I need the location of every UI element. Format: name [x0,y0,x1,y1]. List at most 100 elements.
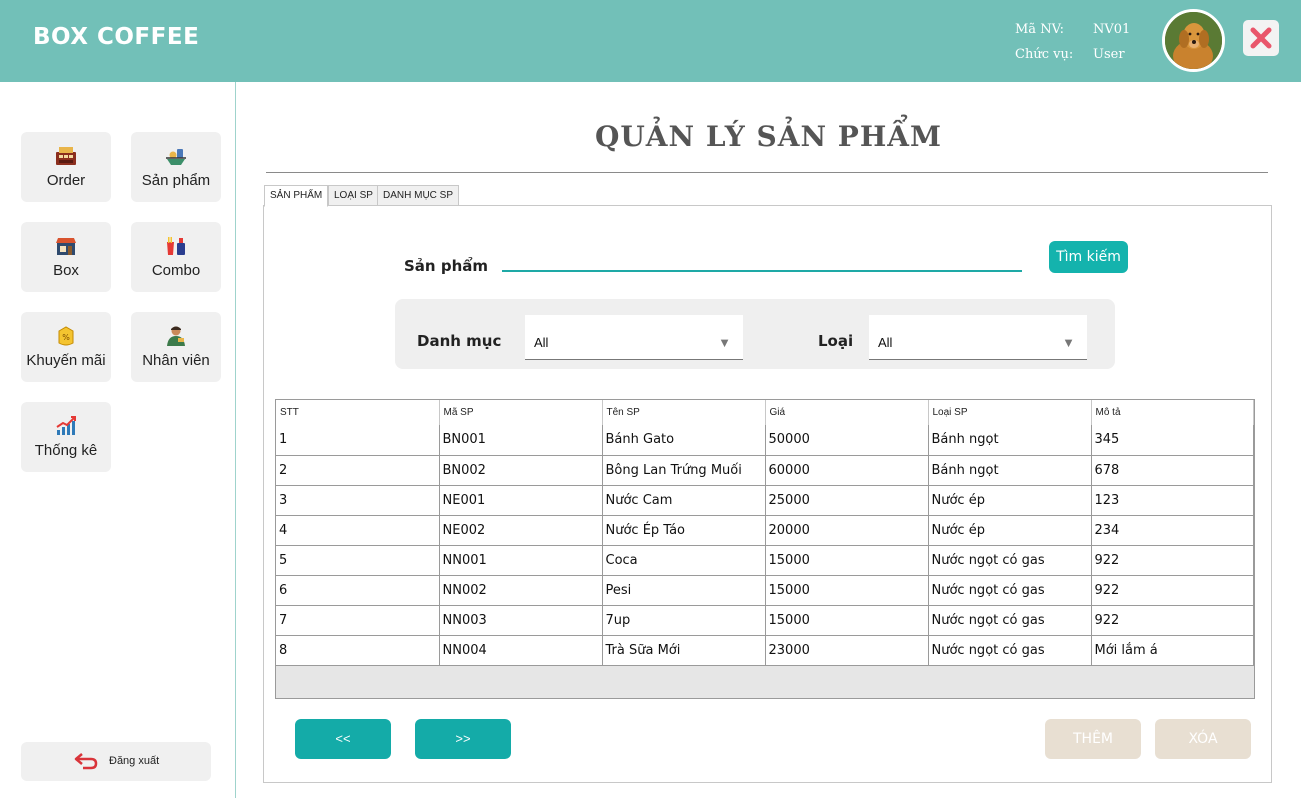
sidebar-item-order[interactable]: Order [21,132,111,202]
table-cell: Nước ngọt có gas [928,575,1092,606]
sidebar-item-products[interactable]: Sản phẩm [131,132,221,202]
table-cell: 678 [1091,455,1254,486]
fastfood-combo-icon [167,237,185,255]
dropdown-arrow-icon: ▼ [718,335,731,350]
sidebar: Order Sản phẩm Box Combo % Khuyến mãi Nh… [0,82,236,798]
delete-product-button[interactable]: XÓA [1155,719,1251,759]
table-cell: NN004 [439,635,603,666]
close-icon [1250,27,1272,49]
sidebar-item-staff[interactable]: Nhân viên [131,312,221,382]
table-cell: 922 [1091,605,1254,636]
table-cell: 922 [1091,575,1254,606]
type-select[interactable]: All ▼ [869,315,1087,360]
tab-product-categories[interactable]: DANH MỤC SP [377,185,460,206]
column-header-price[interactable]: Giá [765,400,929,425]
table-cell: 7up [602,605,766,636]
table-cell: 2 [276,455,440,486]
previous-page-button[interactable]: << [295,719,391,759]
sidebar-item-box[interactable]: Box [21,222,111,292]
search-label: Sản phẩm [404,257,488,275]
column-header-product-code[interactable]: Mã SP [439,400,603,425]
app-title: BOX COFFEE [33,24,200,50]
food-tray-icon [166,149,186,165]
table-cell: 23000 [765,635,929,666]
table-cell: Nước Cam [602,485,766,516]
table-cell: BN001 [439,425,603,456]
logout-button[interactable]: Đăng xuất [21,742,211,781]
search-input[interactable] [502,250,1022,272]
table-cell: 6 [276,575,440,606]
table-cell: Nước Ép Táo [602,515,766,546]
sidebar-item-label: Sản phẩm [141,172,211,189]
table-cell: Bánh Gato [602,425,766,456]
table-cell: NE002 [439,515,603,546]
table-cell: NE001 [439,485,603,516]
sidebar-item-label: Order [46,172,86,189]
table-cell: Coca [602,545,766,576]
role-value: User [1093,47,1125,62]
sidebar-item-combo[interactable]: Combo [131,222,221,292]
table-cell: 8 [276,635,440,666]
sidebar-item-promotion[interactable]: % Khuyến mãi [21,312,111,382]
table-cell: 15000 [765,605,929,636]
sidebar-item-statistics[interactable]: Thống kê [21,402,111,472]
table-cell: Bánh ngọt [928,425,1092,456]
table-row[interactable]: 5 NN001 Coca 15000 Nước ngọt có gas 922 [276,545,1254,576]
add-product-button[interactable]: THÊM [1045,719,1141,759]
table-row[interactable]: 8 NN004 Trà Sữa Mới 23000 Nước ngọt có gas Mớ… [276,635,1254,666]
svg-text:%: % [62,333,70,342]
table-header-row: STT Mã SP Tên SP Giá Loại SP Mô tả [276,400,1254,425]
column-header-product-name[interactable]: Tên SP [602,400,766,425]
tab-product-types[interactable]: LOẠI SP [328,185,379,206]
table-cell: 7 [276,605,440,636]
sidebar-item-label: Box [53,262,79,279]
table-row[interactable]: 6 NN002 Pesi 15000 Nước ngọt có gas 922 [276,575,1254,606]
table-cell: Nước ngọt có gas [928,605,1092,636]
table-cell: NN002 [439,575,603,606]
table-cell: 20000 [765,515,929,546]
table-cell: 15000 [765,575,929,606]
table-row[interactable]: 2 BN002 Bông Lan Trứng Muối 60000 Bánh ngọt 6… [276,455,1254,486]
table-cell: 1 [276,425,440,456]
sidebar-item-label: Khuyến mãi [26,352,106,369]
tab-products[interactable]: SẢN PHẨM [264,185,329,207]
table-row[interactable]: 1 BN001 Bánh Gato 50000 Bánh ngọt 345 [276,425,1254,456]
search-button[interactable]: Tìm kiếm [1049,241,1128,273]
table-cell: 4 [276,515,440,546]
sidebar-item-label: Thống kê [34,442,98,459]
products-table-container: STT Mã SP Tên SP Giá Loại SP Mô tả 1 BN00… [275,399,1255,699]
table-cell: 15000 [765,545,929,576]
statistics-chart-icon [56,416,76,435]
category-select-value: All [534,335,549,350]
table-cell: Nước ngọt có gas [928,545,1092,576]
column-header-description[interactable]: Mô tả [1091,400,1254,425]
close-button[interactable] [1243,20,1279,56]
avatar [1162,9,1225,72]
table-cell: BN002 [439,455,603,486]
page-title: QUẢN LÝ SẢN PHẨM [594,120,943,153]
table-cell: Nước ép [928,515,1092,546]
table-cell: 123 [1091,485,1254,516]
table-cell: 50000 [765,425,929,456]
type-filter-label: Loại [818,332,854,350]
sidebar-item-label: Combo [151,262,201,279]
table-row[interactable]: 3 NE001 Nước Cam 25000 Nước ép 123 [276,485,1254,516]
employee-id-label: Mã NV: [1015,22,1065,37]
table-row[interactable]: 4 NE002 Nước Ép Táo 20000 Nước ép 234 [276,515,1254,546]
table-cell: 25000 [765,485,929,516]
table-cell: Trà Sữa Mới [602,635,766,666]
title-divider [266,172,1268,173]
cash-register-icon [56,147,76,165]
table-cell: NN003 [439,605,603,636]
table-cell: Mới lắm á [1091,635,1254,666]
category-select[interactable]: All ▼ [525,315,743,360]
column-header-stt[interactable]: STT [276,400,440,425]
discount-tag-icon: % [58,326,74,346]
table-cell: 922 [1091,545,1254,576]
table-row[interactable]: 7 NN003 7up 15000 Nước ngọt có gas 922 [276,605,1254,636]
table-cell: Nước ngọt có gas [928,635,1092,666]
products-table: STT Mã SP Tên SP Giá Loại SP Mô tả 1 BN00… [276,400,1254,666]
employee-id-value: NV01 [1093,22,1131,37]
next-page-button[interactable]: >> [415,719,511,759]
column-header-product-type[interactable]: Loại SP [928,400,1092,425]
